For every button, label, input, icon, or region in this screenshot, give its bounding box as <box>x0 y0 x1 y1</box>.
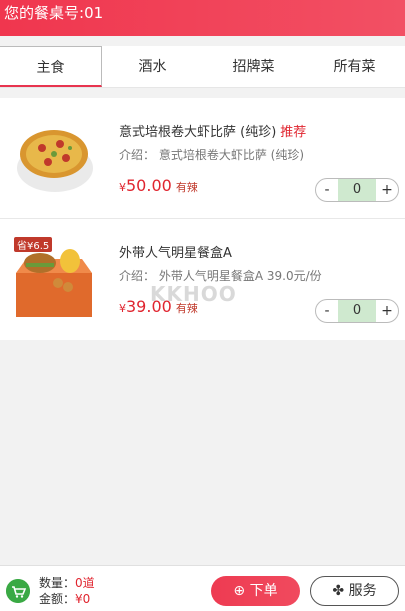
dish-name: 外带人气明星餐盒A <box>119 242 232 261</box>
desc-text: 意式培根卷大虾比萨 (纯珍) <box>158 148 305 162</box>
footer-bar: 数量：0道 金额：¥0 ⊕ 下单 ✤ 服务 <box>0 565 405 611</box>
dish-desc: 介绍： 意式培根卷大虾比萨 (纯珍) <box>119 146 304 163</box>
recommend-tag: 推荐 <box>280 125 307 140</box>
table-number: :01 <box>79 4 104 22</box>
order-summary: 数量：0道 金额：¥0 <box>39 575 95 607</box>
quantity-stepper: - 0 + <box>315 299 399 323</box>
category-tabs: 主食 酒水 招牌菜 所有菜 <box>0 46 405 88</box>
tab-drinks[interactable]: 酒水 <box>102 46 203 87</box>
table-label: 您的餐桌号 <box>4 4 80 22</box>
tab-staple[interactable]: 主食 <box>0 46 102 87</box>
tab-all[interactable]: 所有菜 <box>304 46 405 87</box>
discount-badge: 省¥6.5 <box>14 237 53 252</box>
cart-icon[interactable] <box>6 579 30 603</box>
order-button[interactable]: ⊕ 下单 <box>211 576 300 606</box>
minus-button[interactable]: - <box>316 179 338 201</box>
price-row: ¥50.00 有辣 <box>119 176 198 195</box>
order-icon: ⊕ <box>233 583 246 599</box>
currency: ¥ <box>119 181 126 194</box>
qty-value: 0道 <box>75 576 95 590</box>
plus-button[interactable]: + <box>376 179 398 201</box>
tab-signature[interactable]: 招牌菜 <box>203 46 304 87</box>
header-bar: 您的餐桌号:01 <box>0 0 405 36</box>
amount-label: 金额： <box>39 592 76 606</box>
pizza-image <box>17 130 93 192</box>
dish-name-text: 意式培根卷大虾比萨 (纯珍) <box>119 125 277 140</box>
qty-label: 数量： <box>39 576 76 590</box>
dish-name-text: 外带人气明星餐盒A <box>119 246 232 261</box>
service-icon: ✤ <box>332 583 345 599</box>
service-label: 服务 <box>348 583 377 599</box>
currency: ¥ <box>119 302 126 315</box>
quantity-stepper: - 0 + <box>315 178 399 202</box>
watermark: KKHOO <box>150 282 237 306</box>
list-item[interactable]: 意式培根卷大虾比萨 (纯珍) 推荐 介绍： 意式培根卷大虾比萨 (纯珍) ¥50.… <box>0 98 405 219</box>
desc-text: 外带人气明星餐盒A 39.0元/份 <box>158 269 322 283</box>
amount-value: ¥0 <box>75 592 91 606</box>
minus-button[interactable]: - <box>316 300 338 322</box>
list-item[interactable]: 省¥6.5 外带人气明星餐盒A 介绍： 外带人气明星餐盒A 39.0元/份 ¥3… <box>0 219 405 340</box>
plus-button[interactable]: + <box>376 300 398 322</box>
service-button[interactable]: ✤ 服务 <box>310 576 399 606</box>
desc-label: 介绍： <box>119 148 156 162</box>
quantity-value: 0 <box>338 179 376 201</box>
dish-name: 意式培根卷大虾比萨 (纯珍) 推荐 <box>119 121 306 140</box>
spicy-tag: 有辣 <box>175 181 198 194</box>
desc-label: 介绍： <box>119 269 156 283</box>
quantity-value: 0 <box>338 300 376 322</box>
price: 50.00 <box>126 176 172 195</box>
order-label: 下单 <box>249 583 278 599</box>
